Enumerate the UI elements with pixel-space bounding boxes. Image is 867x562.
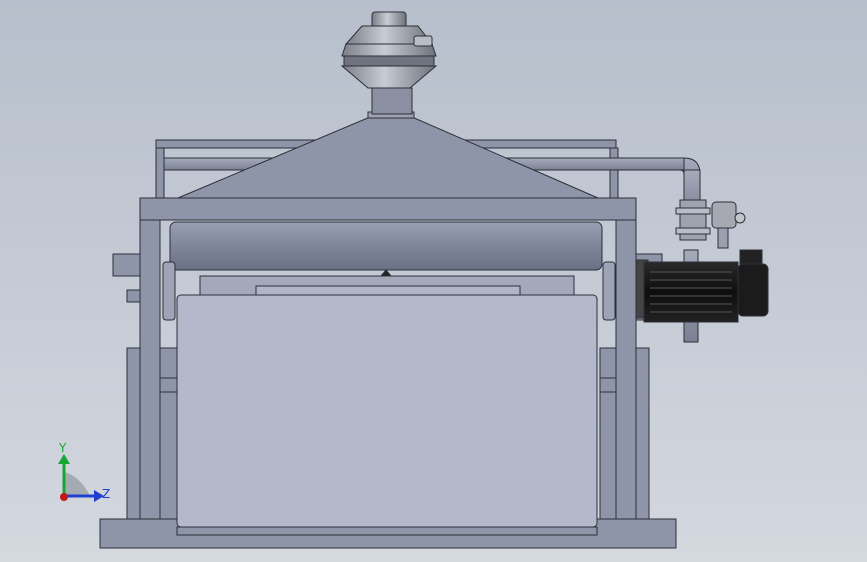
- roller-drum[interactable]: [169, 221, 603, 271]
- mid-rail-right[interactable]: [599, 377, 617, 393]
- valve-flange-bottom[interactable]: [675, 227, 711, 235]
- frame-post-right[interactable]: [615, 197, 637, 520]
- y-axis-label: Y: [58, 441, 67, 455]
- servo-motor-endcap[interactable]: [737, 263, 769, 317]
- y-axis-arrow-icon: [58, 454, 70, 464]
- guard-rail-post-right[interactable]: [609, 147, 619, 199]
- nozzle-mark: [379, 269, 393, 277]
- fan-neck[interactable]: [371, 87, 413, 115]
- bracket-left[interactable]: [112, 253, 141, 277]
- fan-cone-bottom[interactable]: [340, 65, 438, 89]
- exhaust-fan[interactable]: [340, 11, 438, 115]
- machine-model[interactable]: [0, 0, 867, 562]
- triad-plane-icon: [64, 472, 90, 496]
- valve-flange-top[interactable]: [675, 207, 711, 215]
- mid-rail-left[interactable]: [159, 377, 178, 393]
- shaft-left[interactable]: [126, 289, 141, 303]
- frame-inner-post-right[interactable]: [599, 347, 617, 520]
- frame-crossbeam-top[interactable]: [139, 197, 637, 221]
- z-axis-label: Z: [102, 487, 110, 501]
- foot-rail[interactable]: [176, 526, 598, 536]
- servo-motor-connector[interactable]: [739, 249, 763, 265]
- valve-knob[interactable]: [734, 212, 746, 224]
- valve-stem[interactable]: [717, 227, 729, 249]
- valve-actuator[interactable]: [711, 201, 737, 229]
- coordinate-triad: Y Z: [58, 441, 110, 502]
- servo-motor-body[interactable]: [643, 261, 739, 323]
- leg-right-outer[interactable]: [635, 347, 650, 520]
- guard-rail-post-left[interactable]: [155, 139, 165, 199]
- bearing-right[interactable]: [602, 261, 616, 321]
- front-panel[interactable]: [176, 294, 598, 528]
- fan-flange[interactable]: [343, 55, 435, 67]
- graphics-viewport[interactable]: Y Z: [0, 0, 867, 562]
- x-axis-dot-icon: [60, 493, 68, 501]
- fan-outlet[interactable]: [413, 35, 433, 47]
- frame-post-left[interactable]: [139, 197, 161, 520]
- frame-inner-post-left[interactable]: [159, 347, 178, 520]
- bearing-left[interactable]: [162, 261, 176, 321]
